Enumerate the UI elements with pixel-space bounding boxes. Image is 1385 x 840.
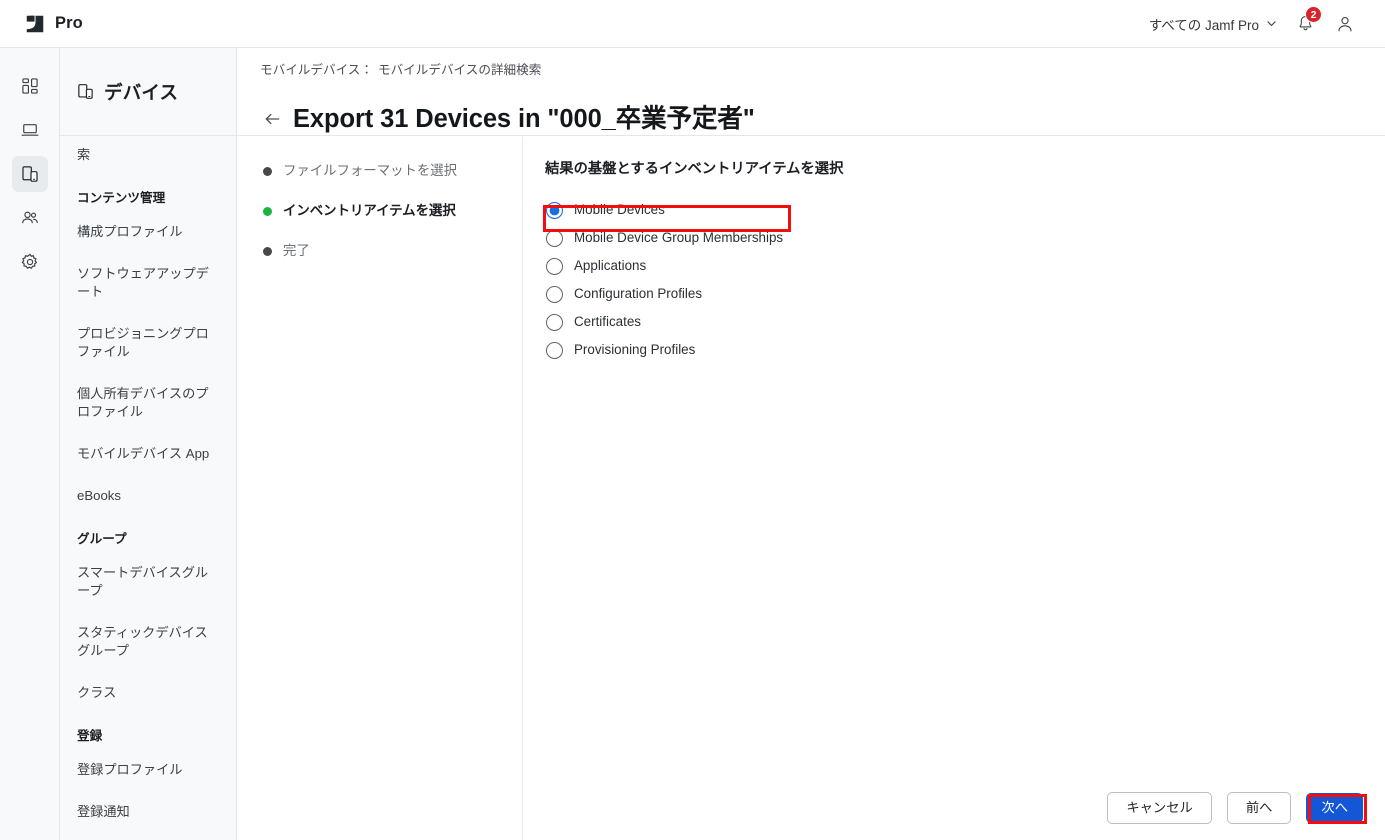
step-dot-icon [263,246,272,256]
previous-button[interactable]: 前へ [1226,792,1292,824]
app-root: Pro すべての Jamf Pro 2 デバイス 索 コンテンツ管理 構成プロフ… [0,0,1385,840]
radio-button-icon[interactable] [546,285,563,303]
radio-option-configuration-profiles[interactable]: Configuration Profiles [545,280,1385,308]
radio-option-applications[interactable]: Applications [545,252,1385,280]
sidebar-item-personal-device-profiles[interactable]: 個人所有デバイスのプロファイル [60,381,236,425]
laptop-icon [21,124,38,136]
radio-option-label: Mobile Device Group Memberships [574,230,784,245]
radio-button-icon[interactable] [546,229,563,247]
step-dot-icon [263,166,272,176]
secondary-sidebar: デバイス 索 コンテンツ管理 構成プロファイル ソフトウェアアップデート プロビ… [60,48,237,840]
rail-item-settings[interactable] [12,244,48,280]
topbar-actions: すべての Jamf Pro 2 [1141,0,1365,47]
sidebar-item-enrollment-invitations[interactable]: 登録通知 [60,799,236,825]
radio-button-icon[interactable] [546,341,563,359]
primary-nav-rail [0,48,60,840]
mobile-device-icon [78,84,93,99]
mobile-device-icon [21,166,38,182]
brand-home-link[interactable]: Pro [24,13,83,35]
chevron-down-icon [1267,21,1276,26]
breadcrumb-parent[interactable]: モバイルデバイス： [260,62,373,79]
sidebar-item-search[interactable]: 索 [60,142,236,168]
sidebar-item-ebooks[interactable]: eBooks [60,483,236,509]
sidebar-item-enrollment-profiles[interactable]: 登録プロファイル [60,757,236,783]
top-navigation-bar: Pro すべての Jamf Pro 2 [0,0,1385,48]
sidebar-group-content-management: コンテンツ管理 [77,191,166,205]
page-title: Export 31 Devices in "000_卒業予定者" [293,105,755,134]
sidebar-group-enrollment: 登録 [77,729,103,743]
wizard-footer: キャンセル 前へ 次へ [524,776,1385,840]
step-dot-icon [263,206,272,216]
cancel-button[interactable]: キャンセル [1107,792,1212,824]
wizard-content-panel: 結果の基盤とするインベントリアイテムを選択 Mobile Devices Mob… [524,137,1385,840]
wizard-step-file-format[interactable]: ファイルフォーマットを選択 [263,162,522,180]
sidebar-title: デバイス [104,81,179,103]
sidebar-nav-list[interactable]: 索 コンテンツ管理 構成プロファイル ソフトウェアアップデート プロビジョニング… [60,136,236,840]
wizard-step-label: ファイルフォーマットを選択 [283,163,458,178]
radio-option-provisioning-profiles[interactable]: Provisioning Profiles [545,336,1385,364]
sidebar-item-provisioning-profiles[interactable]: プロビジョニングプロファイル [60,321,236,365]
grid-icon [21,78,38,94]
radio-option-label: Mobile Devices [574,202,665,217]
radio-option-certificates[interactable]: Certificates [545,308,1385,336]
rail-item-dashboard[interactable] [12,68,48,104]
content-heading: 結果の基盤とするインベントリアイテムを選択 [545,161,844,177]
sidebar-item-static-device-groups[interactable]: スタティックデバイスグループ [60,620,236,664]
breadcrumb: モバイルデバイス： モバイルデバイスの詳細検索 [260,62,1385,79]
notifications-button[interactable]: 2 [1285,4,1325,44]
radio-option-label: Certificates [574,314,641,329]
jamf-logo-icon [25,14,45,33]
account-menu-button[interactable] [1325,4,1365,44]
sidebar-item-software-updates[interactable]: ソフトウェアアップデート [60,261,236,305]
users-icon [21,211,38,224]
wizard-step-label: インベントリアイテムを選択 [283,203,456,218]
radio-option-label: Configuration Profiles [574,286,703,301]
next-button[interactable]: 次へ [1306,793,1363,823]
sidebar-header: デバイス [60,48,236,136]
radio-option-label: Applications [574,258,647,273]
radio-option-label: Provisioning Profiles [574,342,696,357]
wizard-step-complete[interactable]: 完了 [263,242,522,260]
sidebar-item-smart-device-groups[interactable]: スマートデバイスグループ [60,560,236,604]
back-arrow-icon[interactable] [262,109,282,129]
page-header: モバイルデバイス： モバイルデバイスの詳細検索 Export 31 Device… [237,48,1385,136]
sidebar-group-groups: グループ [77,532,127,546]
wizard-steps-panel: ファイルフォーマットを選択 インベントリアイテムを選択 完了 [237,137,523,840]
context-switcher-label: すべての Jamf Pro [1148,17,1259,33]
sidebar-item-mobile-device-apps[interactable]: モバイルデバイス App [60,441,236,467]
rail-item-devices[interactable] [11,156,48,192]
sidebar-item-configuration-profiles[interactable]: 構成プロファイル [60,219,236,245]
inventory-item-radio-group[interactable]: Mobile Devices Mobile Device Group Membe… [545,196,1385,364]
user-icon [1338,16,1352,31]
brand-name: Pro [55,14,83,32]
context-switcher[interactable]: すべての Jamf Pro [1141,8,1285,40]
radio-button-icon[interactable] [546,313,563,331]
radio-button-icon[interactable] [546,257,563,275]
rail-item-users[interactable] [12,200,48,236]
breadcrumb-current[interactable]: モバイルデバイスの詳細検索 [378,62,541,79]
wizard-step-label: 完了 [283,243,310,258]
gear-icon [21,253,37,269]
sidebar-item-classes[interactable]: クラス [60,680,236,706]
wizard-step-inventory-items[interactable]: インベントリアイテムを選択 [263,202,522,220]
notification-count-badge: 2 [1305,5,1322,23]
radio-option-mobile-device-group-memberships[interactable]: Mobile Device Group Memberships [545,224,1385,252]
radio-option-mobile-devices[interactable]: Mobile Devices [545,196,1385,224]
radio-button-icon[interactable] [546,201,563,219]
rail-item-computers[interactable] [12,112,48,148]
page-title-row: Export 31 Devices in "000_卒業予定者" [260,86,1385,152]
